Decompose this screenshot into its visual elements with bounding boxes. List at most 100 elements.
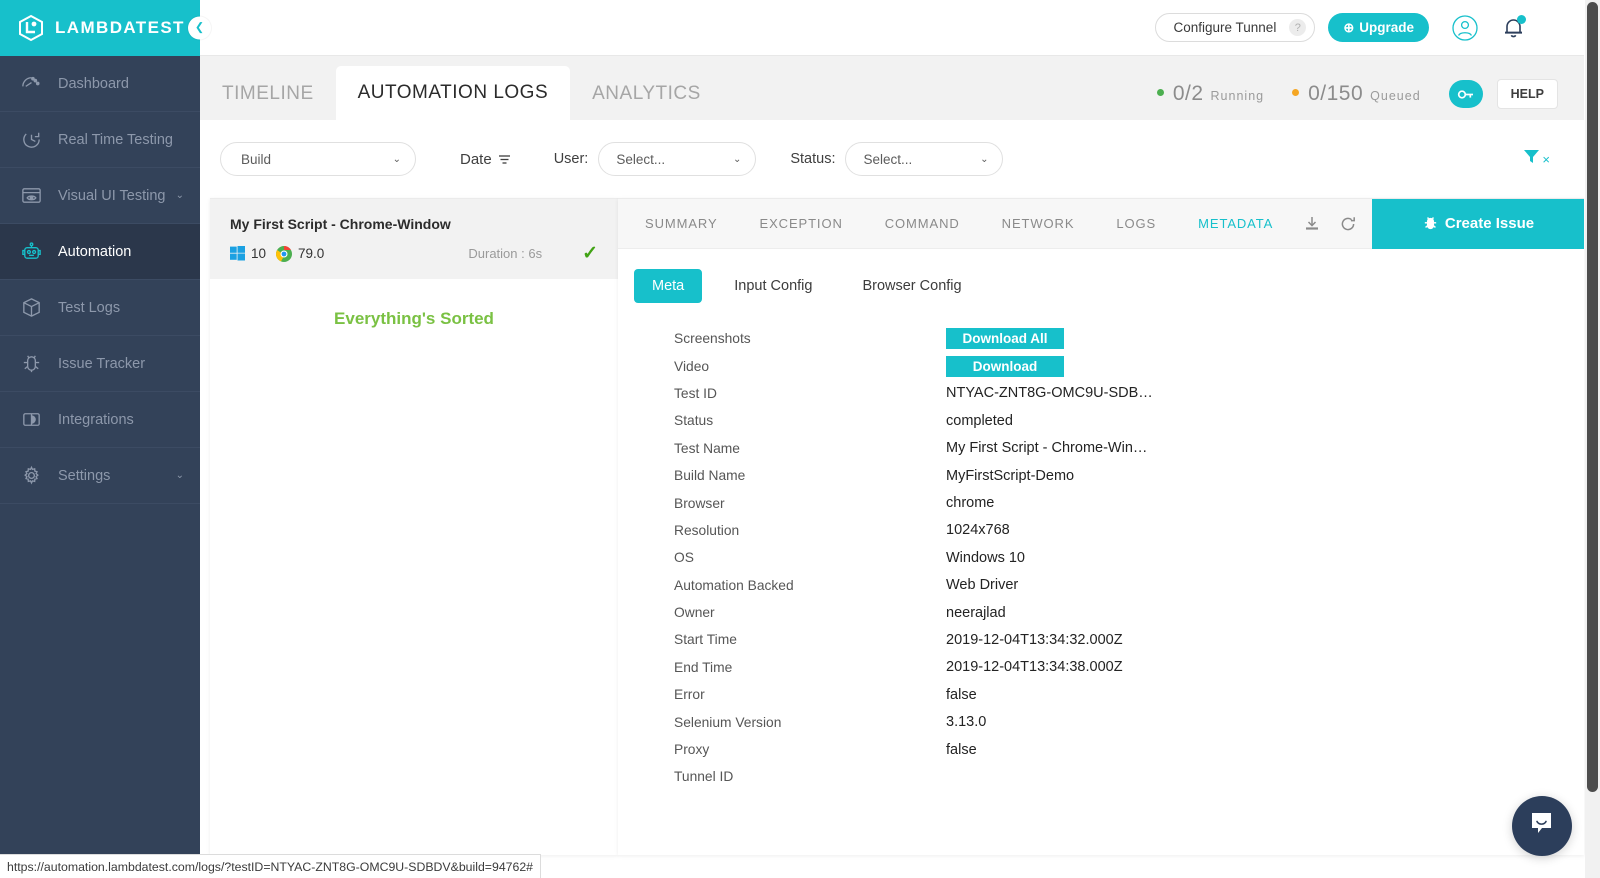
tab-analytics[interactable]: ANALYTICS (570, 68, 723, 120)
puzzle-icon (18, 407, 44, 433)
download-icon[interactable] (1294, 199, 1330, 249)
metadata-row: Automation Backed Web Driver (674, 572, 1584, 599)
metadata-key: Error (674, 687, 705, 703)
chevron-down-icon[interactable]: ⌄ (176, 470, 184, 481)
subtab-browser-config[interactable]: Browser Config (844, 269, 979, 303)
metadata-key: Test Name (674, 440, 740, 456)
sidebar-item-dashboard[interactable]: Dashboard (0, 56, 200, 112)
metadata-key: Status (674, 413, 714, 429)
bug-icon (1422, 215, 1439, 232)
metadata-value: false (946, 686, 977, 703)
metadata-value: false (946, 741, 977, 758)
tab-network[interactable]: NETWORK (981, 199, 1096, 249)
metadata-value: MyFirstScript-Demo (946, 467, 1075, 484)
refresh-icon[interactable] (1330, 199, 1366, 249)
filter-funnel-icon (1523, 148, 1540, 170)
metadata-key: Browser (674, 495, 725, 511)
filter-bar: Build ⌄ Date User: Select... ⌄ Status: S… (200, 120, 1584, 198)
sidebar-item-integrations[interactable]: Integrations (0, 392, 200, 448)
sidebar-item-visual-ui-testing[interactable]: Visual UI Testing ⌄ (0, 168, 200, 224)
sidebar-item-test-logs[interactable]: Test Logs (0, 280, 200, 336)
sidebar-item-automation[interactable]: Automation (0, 224, 200, 280)
build-select[interactable]: Build ⌄ (220, 142, 416, 176)
metadata-value: Windows 10 (946, 549, 1025, 566)
filter-clear-button[interactable]: × (1523, 148, 1550, 170)
sidebar-item-label: Settings (58, 467, 111, 484)
main-tab-bar: TIMELINE AUTOMATION LOGS ANALYTICS 0/2 R… (200, 56, 1584, 120)
sidebar-item-label: Dashboard (58, 75, 129, 92)
os-badge: 10 (230, 246, 266, 261)
brand-name: LAMBDATEST (55, 18, 185, 37)
sidebar-collapse-button[interactable]: ❮ (188, 16, 211, 40)
help-question-icon[interactable]: ? (1289, 19, 1307, 36)
subtab-meta[interactable]: Meta (634, 269, 703, 303)
queued-count: 0/150 (1308, 82, 1364, 105)
top-bar: Configure Tunnel ? ⊕ Upgrade (200, 0, 1584, 56)
user-circle-icon[interactable] (1451, 14, 1479, 42)
metadata-row: Tunnel ID (674, 763, 1584, 790)
sidebar-item-label: Real Time Testing (58, 131, 173, 148)
eye-window-icon (18, 183, 44, 209)
date-sort-button[interactable]: Date (460, 151, 511, 168)
metadata-row: Browser chrome (674, 489, 1584, 516)
os-version: 10 (251, 246, 267, 261)
clock-icon (18, 127, 44, 153)
page-scrollbar[interactable] (1585, 0, 1600, 878)
test-list-item[interactable]: My First Script - Chrome-Window 10 79.0 … (210, 199, 618, 279)
tab-command[interactable]: COMMAND (864, 199, 981, 249)
chevron-down-icon[interactable]: ⌄ (176, 190, 184, 201)
create-issue-label: Create Issue (1444, 215, 1535, 232)
metadata-key: OS (674, 550, 694, 566)
tab-automation-logs[interactable]: AUTOMATION LOGS (335, 66, 571, 120)
metadata-table: Screenshots Download All Video Download … (618, 303, 1584, 791)
metadata-value: completed (946, 412, 1013, 429)
sort-icon (498, 154, 511, 165)
configure-tunnel-button[interactable]: Configure Tunnel ? (1154, 13, 1316, 42)
status-select-value: Select... (863, 151, 913, 167)
build-select-value: Build (241, 151, 272, 167)
create-issue-button[interactable]: Create Issue (1372, 199, 1584, 249)
user-select-value: Select... (616, 151, 666, 167)
lambdatest-logo-icon (18, 14, 44, 42)
tab-logs[interactable]: LOGS (1095, 199, 1177, 249)
empty-state-message: Everything's Sorted (334, 309, 494, 328)
metadata-row: End Time 2019-12-04T13:34:38.000Z (674, 654, 1584, 681)
status-select[interactable]: Select... ⌄ (845, 142, 1004, 176)
bug-icon (18, 351, 44, 377)
key-icon[interactable] (1448, 80, 1483, 108)
sidebar-item-issue-tracker[interactable]: Issue Tracker (0, 336, 200, 392)
date-label: Date (460, 150, 492, 168)
upgrade-arrow-icon: ⊕ (1343, 19, 1355, 35)
metadata-value: Download All (946, 328, 1064, 350)
download-all-button[interactable]: Download All (946, 328, 1064, 350)
help-button[interactable]: HELP (1496, 79, 1558, 109)
sidebar: LAMBDATEST ❮ Dashboard Real Time Testing (0, 0, 211, 878)
scrollbar-thumb[interactable] (1587, 2, 1598, 792)
running-status-dot (1156, 89, 1164, 96)
metadata-row: Screenshots Download All (674, 325, 1584, 352)
gear-icon (18, 463, 44, 489)
chevron-down-icon: ⌄ (392, 153, 401, 165)
chevron-down-icon: ⌄ (980, 153, 989, 165)
download-video-button[interactable]: Download (946, 355, 1064, 377)
tab-summary[interactable]: SUMMARY (618, 199, 739, 249)
tab-exception[interactable]: EXCEPTION (739, 199, 864, 249)
metadata-value: Download (946, 355, 1064, 377)
tab-metadata[interactable]: METADATA (1177, 199, 1294, 249)
upgrade-button[interactable]: ⊕ Upgrade (1328, 13, 1429, 42)
metadata-value: NTYAC-ZNT8G-OMC9U-SDB… (946, 385, 1153, 402)
bell-icon[interactable] (1501, 14, 1526, 41)
clear-x-icon: × (1542, 151, 1550, 167)
metadata-row: Proxy false (674, 736, 1584, 763)
metadata-row: Test ID NTYAC-ZNT8G-OMC9U-SDB… (674, 380, 1584, 407)
chrome-icon (276, 245, 293, 262)
metadata-key: Test ID (674, 385, 717, 401)
sidebar-item-settings[interactable]: Settings ⌄ (0, 448, 200, 504)
subtab-input-config[interactable]: Input Config (716, 269, 830, 303)
tab-timeline[interactable]: TIMELINE (200, 68, 336, 120)
check-icon: ✓ (582, 243, 598, 264)
sidebar-item-real-time-testing[interactable]: Real Time Testing (0, 112, 200, 168)
chat-widget-button[interactable] (1512, 796, 1572, 856)
metadata-value: neerajlad (946, 604, 1006, 621)
user-select[interactable]: Select... ⌄ (598, 142, 757, 176)
